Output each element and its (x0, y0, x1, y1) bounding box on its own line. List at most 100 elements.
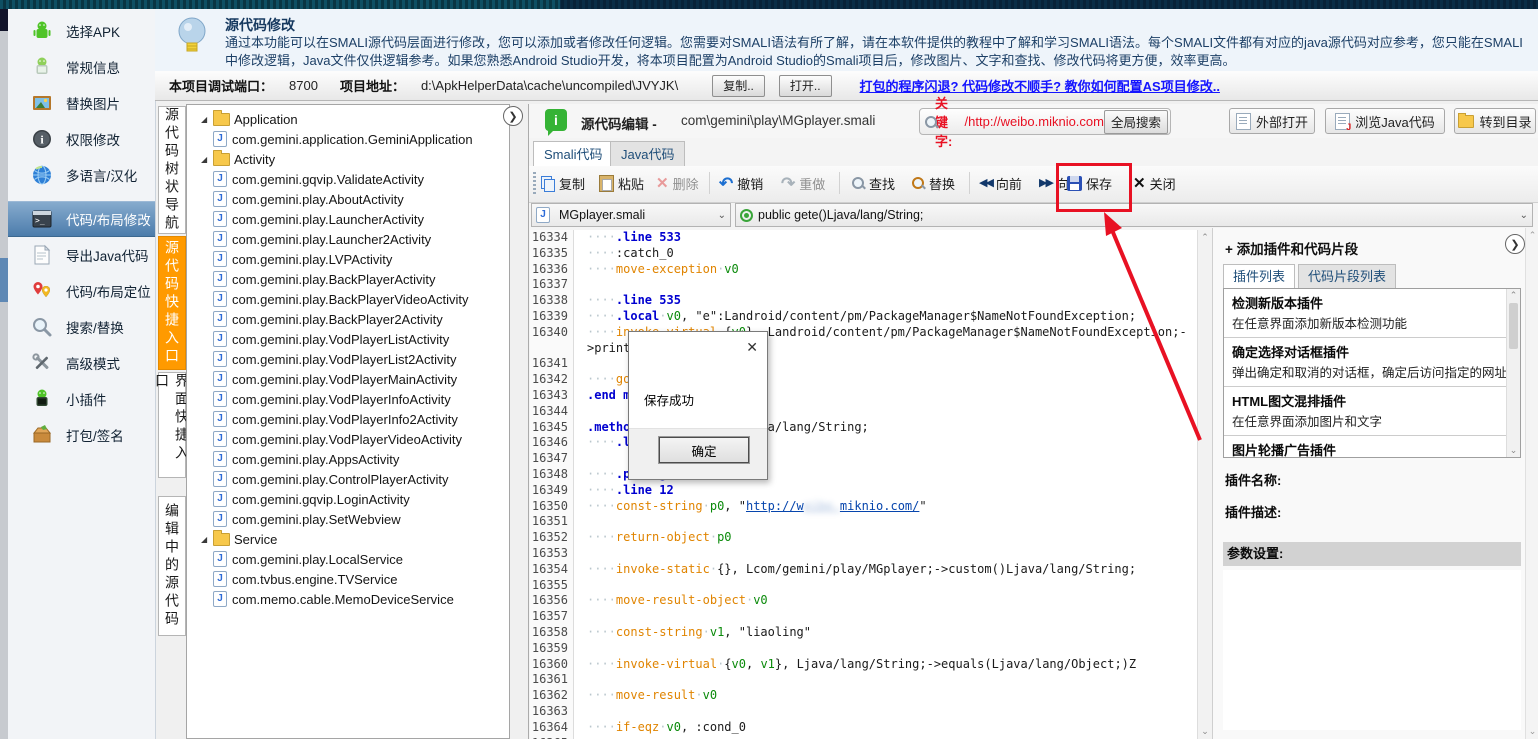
copy-path-button[interactable]: 复制.. (712, 75, 765, 97)
expanded-arrow-icon[interactable]: ◢ (201, 535, 213, 544)
tree-class-item[interactable]: Jcom.gemini.application.GeminiApplicatio… (187, 129, 509, 149)
tree-class-item[interactable]: Jcom.gemini.gqvip.ValidateActivity (187, 169, 509, 189)
tree-class-item[interactable]: Jcom.gemini.play.LVPActivity (187, 249, 509, 269)
tree-class-item[interactable]: Jcom.gemini.play.Launcher2Activity (187, 229, 509, 249)
scroll-up-icon[interactable]: ⌃ (1507, 290, 1520, 301)
code-line: 16336····move-exception·v0 (530, 262, 1197, 278)
code-scrollbar[interactable]: ⌃ ⌄ (1197, 230, 1212, 739)
sidebar-item-package-sign[interactable]: 打包/签名 (8, 418, 155, 452)
line-number: 16336 (530, 262, 574, 278)
nav-tab-editing-sources[interactable]: 编辑中的源代码 (158, 496, 186, 636)
tree-folder[interactable]: ◢Activity (187, 149, 509, 169)
tree-class-item[interactable]: Jcom.gemini.play.AppsActivity (187, 449, 509, 469)
file-dropdown[interactable]: J MGplayer.smali ⌄ (531, 203, 731, 227)
sidebar-item-languages[interactable]: 多语言/汉化 (8, 158, 155, 192)
collapse-tree-button[interactable]: ❯ (503, 106, 523, 126)
redo-button[interactable]: ↷重做 (781, 171, 825, 195)
scroll-up-icon[interactable]: ⌃ (1198, 232, 1212, 243)
sidebar-item-search-replace[interactable]: 搜索/替换 (8, 310, 155, 344)
keyword-input[interactable]: /http://weibo.miknio.com (965, 114, 1104, 129)
plugin-list-scrollbar[interactable]: ⌃⌄ (1506, 289, 1520, 457)
global-search-button[interactable]: 全局搜索 (1104, 110, 1168, 134)
as-config-help-link[interactable]: 打包的程序闪退? 代码修改不顺手? 教你如何配置AS项目修改.. (860, 76, 1220, 95)
copy-button[interactable]: 复制 (541, 171, 585, 195)
expanded-arrow-icon[interactable]: ◢ (201, 115, 213, 124)
plugin-list-item[interactable]: 确定选择对话框插件弹出确定和取消的对话框，确定后访问指定的网址 (1224, 338, 1520, 387)
nav-tab-source-shortcut[interactable]: 源代码快捷入口 (158, 236, 186, 370)
tree-class-item[interactable]: Jcom.gemini.play.BackPlayerVideoActivity (187, 289, 509, 309)
sidebar-item-replace-images[interactable]: 替换图片 (8, 86, 155, 120)
nav-tab-ui-shortcut[interactable]: 界面快捷入口 (158, 372, 186, 478)
method-dropdown[interactable]: public gete()Ljava/lang/String; ⌄ (735, 203, 1533, 227)
sidebar-item-permissions[interactable]: i 权限修改 (8, 122, 155, 156)
plugin-list-item[interactable]: 图片轮播广告插件在任意界面添加图片轮播广告 (1224, 436, 1520, 458)
code-line: 16364····if-eqz·v0, :cond_0 (530, 720, 1197, 736)
nav-tab-source-tree[interactable]: 源代码树状导航 (158, 106, 186, 234)
line-number: 16335 (530, 246, 574, 262)
tree-class-item[interactable]: Jcom.gemini.play.VodPlayerVideoActivity (187, 429, 509, 449)
plugin-params-box (1223, 570, 1521, 730)
undo-button[interactable]: ↶撤销 (719, 171, 763, 195)
scroll-up-icon[interactable]: ⌃ (1526, 230, 1538, 241)
plugin-list-item[interactable]: 检测新版本插件在任意界面添加新版本检测功能 (1224, 289, 1520, 338)
tree-class-item[interactable]: Jcom.gemini.play.LocalService (187, 549, 509, 569)
tree-class-item[interactable]: Jcom.gemini.play.VodPlayerListActivity (187, 329, 509, 349)
delete-button[interactable]: ✕删除 (656, 171, 699, 195)
plugin-list-item[interactable]: HTML图文混排插件在任意界面添加图片和文字 (1224, 387, 1520, 436)
navigate-forward-button[interactable]: ◀◀向前 (979, 171, 1022, 195)
backward-arrows-icon: ◀◀ (979, 176, 992, 191)
sidebar-item-code-layout-edit[interactable]: >_ 代码/布局修改 (8, 201, 155, 237)
scroll-down-icon[interactable]: ⌄ (1507, 445, 1520, 456)
scroll-down-icon[interactable]: ⌄ (1526, 726, 1538, 737)
tree-class-item[interactable]: Jcom.gemini.play.BackPlayerActivity (187, 269, 509, 289)
tree-class-item[interactable]: Jcom.gemini.play.VodPlayerMainActivity (187, 369, 509, 389)
scroll-down-icon[interactable]: ⌄ (1198, 726, 1212, 737)
scroll-thumb[interactable] (1509, 303, 1518, 349)
sidebar-item-export-java[interactable]: 导出Java代码 (8, 238, 155, 272)
dialog-close-icon[interactable]: ✕ (746, 340, 758, 354)
sidebar-item-advanced-mode[interactable]: 高级模式 (8, 346, 155, 380)
close-button[interactable]: ✕关闭 (1133, 171, 1176, 195)
tree-class-item[interactable]: Jcom.gemini.play.BackPlayer2Activity (187, 309, 509, 329)
paste-button[interactable]: 粘贴 (599, 171, 644, 195)
sidebar-item-code-layout-locate[interactable]: 代码/布局定位 (8, 274, 155, 308)
sidebar-item-select-apk[interactable]: 选择APK (8, 14, 155, 48)
tree-class-item[interactable]: Jcom.gemini.play.VodPlayerInfoActivity (187, 389, 509, 409)
smali-code-area[interactable]: 16334····.line 53316335····:catch_016336… (530, 230, 1197, 739)
browse-java-button[interactable]: 浏览Java代码 (1325, 108, 1445, 134)
expanded-arrow-icon[interactable]: ◢ (201, 155, 213, 164)
tab-smali-code[interactable]: Smali代码 (533, 141, 614, 167)
sidebar-item-label: 打包/签名 (66, 425, 124, 445)
tree-class-item[interactable]: Jcom.gemini.play.SetWebview (187, 509, 509, 529)
collapse-plugins-button[interactable]: ❯ (1505, 234, 1525, 254)
tree-class-item[interactable]: Jcom.gemini.play.VodPlayerInfo2Activity (187, 409, 509, 429)
open-path-button[interactable]: 打开.. (779, 75, 832, 97)
tree-class-item[interactable]: Jcom.gemini.play.LauncherActivity (187, 209, 509, 229)
goto-directory-button[interactable]: 转到目录 (1454, 108, 1536, 134)
tree-class-item[interactable]: Jcom.gemini.play.AboutActivity (187, 189, 509, 209)
dialog-ok-button[interactable]: 确定 (659, 437, 749, 463)
replace-button[interactable]: 替换 (911, 171, 955, 195)
tree-class-item[interactable]: Jcom.gemini.play.VodPlayerList2Activity (187, 349, 509, 369)
save-button-main[interactable]: 保存 (1067, 171, 1112, 195)
tree-class-item[interactable]: Jcom.gemini.gqvip.LoginActivity (187, 489, 509, 509)
tab-plugin-list[interactable]: 插件列表 (1223, 264, 1295, 289)
keyword-search-box[interactable]: 关键字: /http://weibo.miknio.com 全局搜索 (919, 108, 1171, 135)
tree-folder[interactable]: ◢Application (187, 109, 509, 129)
tree-class-item[interactable]: Jcom.gemini.play.ControlPlayerActivity (187, 469, 509, 489)
class-tree[interactable]: ◢ApplicationJcom.gemini.application.Gemi… (186, 104, 510, 739)
sidebar-item-general-info[interactable]: 常规信息 (8, 50, 155, 84)
tab-snippet-list[interactable]: 代码片段列表 (1298, 264, 1396, 289)
sidebar-item-widgets[interactable]: 小插件 (8, 382, 155, 416)
open-external-button[interactable]: 外部打开 (1229, 108, 1315, 134)
plugins-scrollbar[interactable]: ⌃ ⌄ (1525, 228, 1538, 739)
plugin-name: 确定选择对话框插件 (1232, 342, 1512, 361)
tab-java-code[interactable]: Java代码 (610, 141, 685, 166)
code-line: 16356····move-result-object·v0 (530, 593, 1197, 609)
find-button[interactable]: 查找 (851, 171, 895, 195)
plugin-list[interactable]: 检测新版本插件在任意界面添加新版本检测功能确定选择对话框插件弹出确定和取消的对话… (1223, 288, 1521, 458)
tree-class-item[interactable]: Jcom.memo.cable.MemoDeviceService (187, 589, 509, 609)
tree-folder[interactable]: ◢Service (187, 529, 509, 549)
tree-class-item[interactable]: Jcom.tvbus.engine.TVService (187, 569, 509, 589)
redo-icon: ↷ (781, 176, 795, 191)
